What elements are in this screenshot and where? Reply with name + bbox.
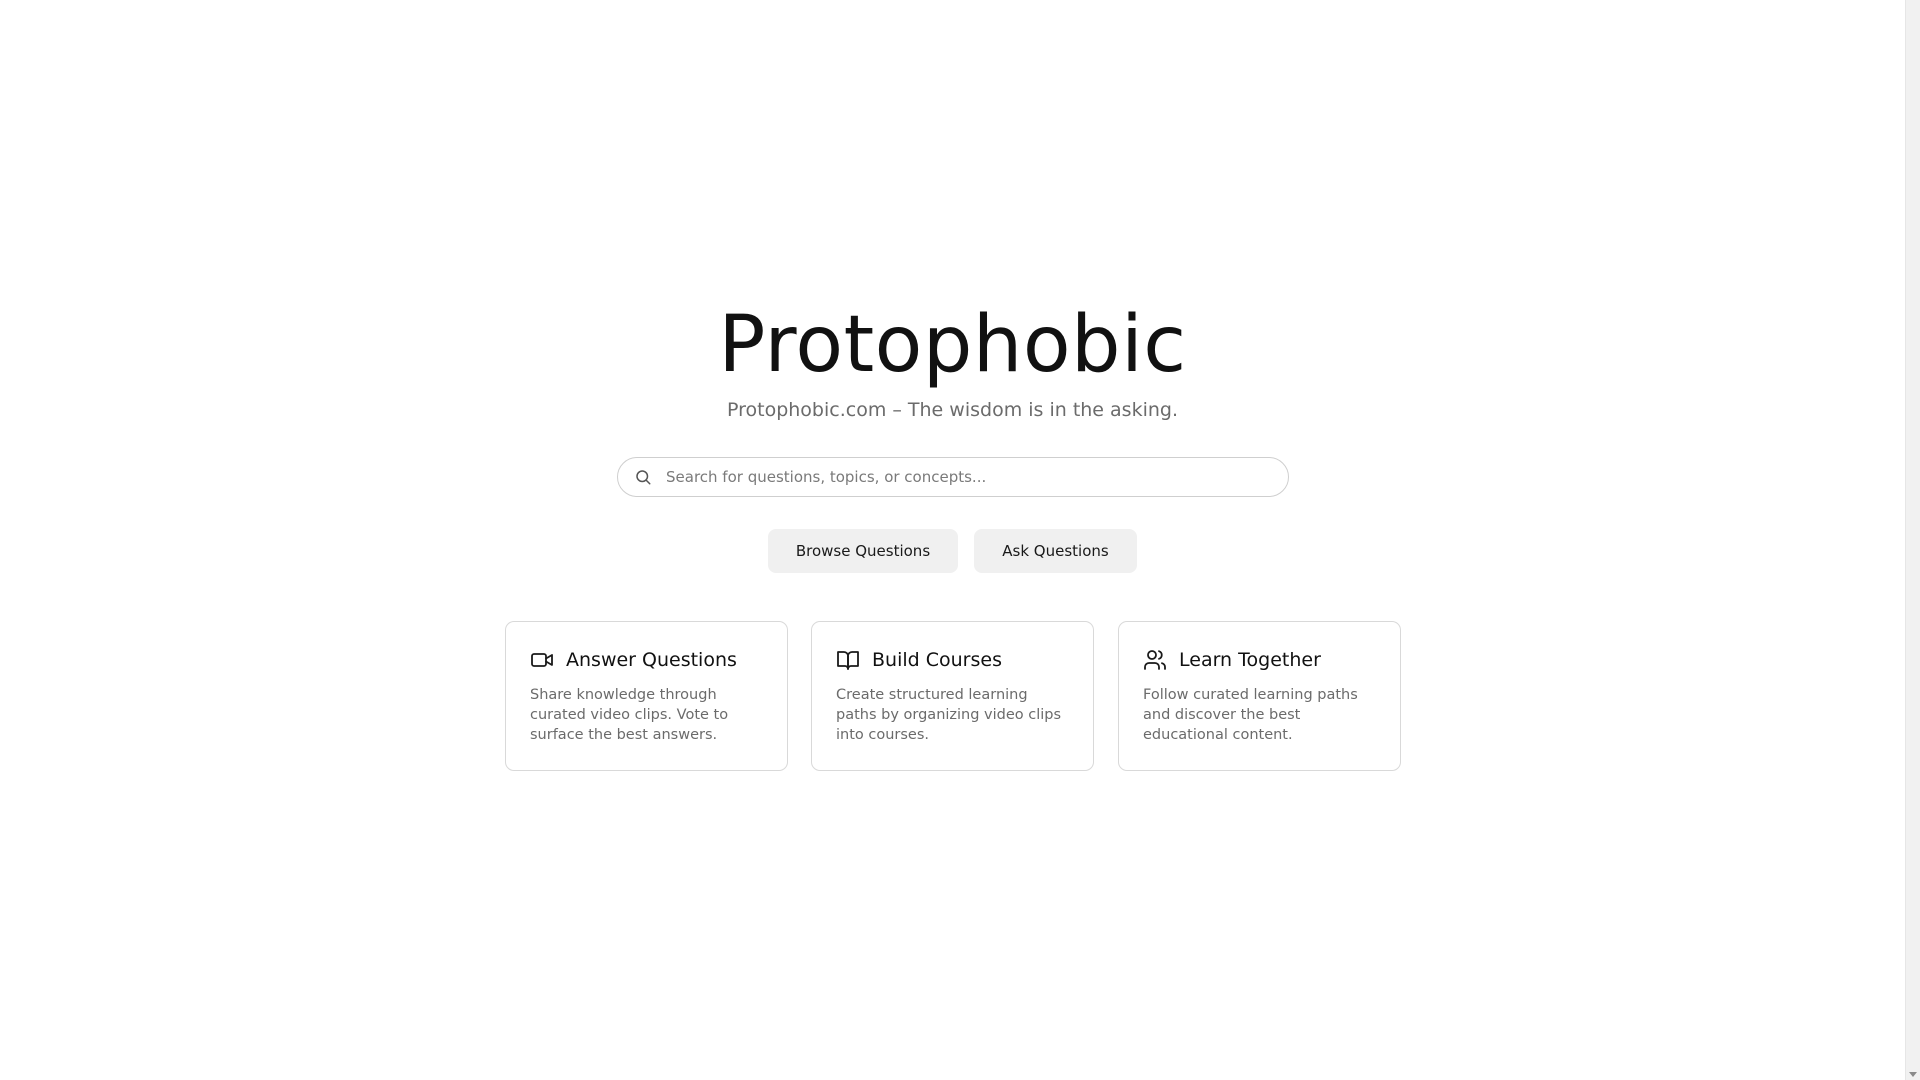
browse-questions-button[interactable]: Browse Questions — [768, 529, 958, 573]
search-bar[interactable] — [617, 457, 1289, 497]
feature-card-title: Build Courses — [872, 649, 1002, 671]
search-input[interactable] — [666, 468, 1266, 486]
feature-card-description: Create structured learning paths by orga… — [836, 687, 1062, 743]
search-icon — [633, 467, 653, 487]
feature-card-learn-together: Learn Together Follow curated learning p… — [1118, 621, 1401, 771]
feature-card-answer-questions: Answer Questions Share knowledge through… — [505, 621, 788, 771]
feature-card-title: Learn Together — [1179, 649, 1321, 671]
feature-card-description: Share knowledge through curated video cl… — [530, 687, 729, 743]
vertical-scrollbar[interactable] — [1905, 0, 1920, 1080]
users-icon — [1143, 648, 1167, 672]
feature-card-build-courses: Build Courses Create structured learning… — [811, 621, 1094, 771]
feature-card-title: Answer Questions — [566, 649, 737, 671]
page-title: Protophobic — [718, 300, 1187, 390]
ask-questions-button[interactable]: Ask Questions — [974, 529, 1137, 573]
page: Protophobic Protophobic.com – The wisdom… — [0, 0, 1905, 1080]
video-camera-icon — [530, 648, 554, 672]
scroll-down-arrow-icon[interactable] — [1909, 1072, 1917, 1077]
tagline: Protophobic.com – The wisdom is in the a… — [726, 399, 1179, 421]
open-book-icon — [836, 648, 860, 672]
feature-card-description: Follow curated learning paths and discov… — [1143, 687, 1358, 743]
